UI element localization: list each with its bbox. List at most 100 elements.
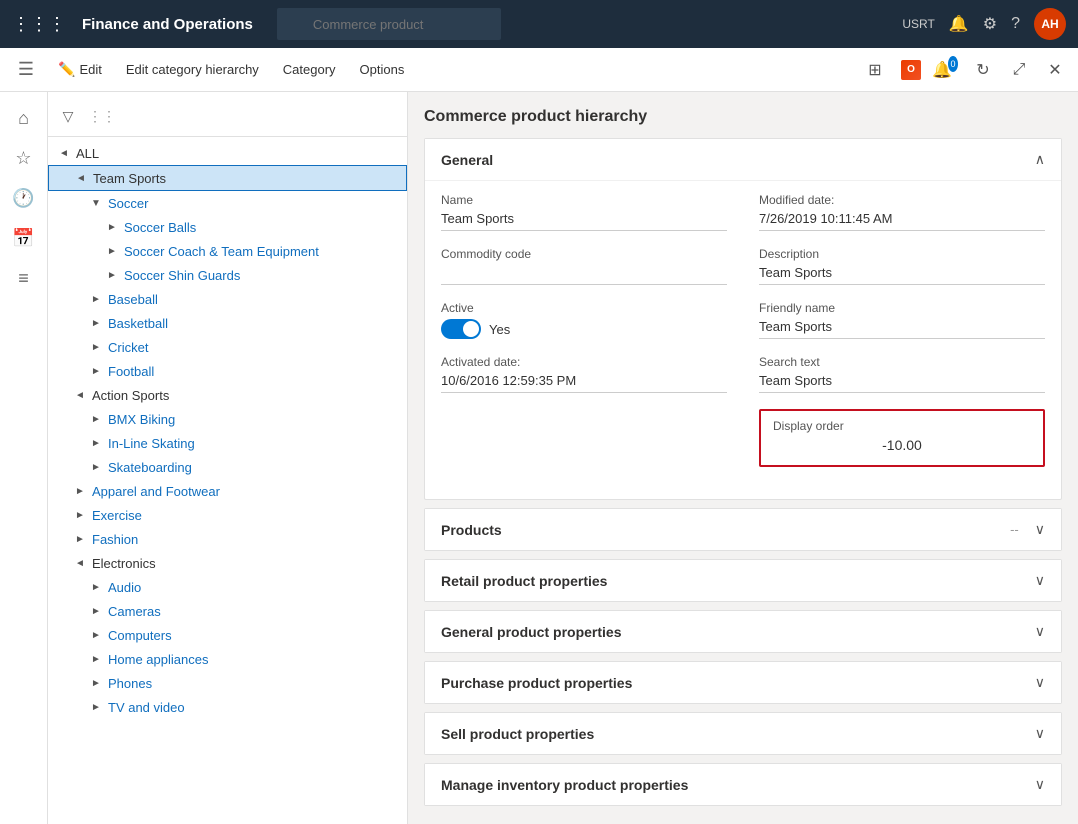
- tree-item-cameras[interactable]: ► Cameras: [48, 599, 407, 623]
- tree-item-inline-skating[interactable]: ► In-Line Skating: [48, 431, 407, 455]
- tree-item-cricket[interactable]: ► Cricket: [48, 335, 407, 359]
- products-section: Products -- ∨: [424, 508, 1062, 551]
- star-icon[interactable]: ☆: [6, 140, 42, 176]
- category-button[interactable]: Category: [273, 58, 346, 81]
- form-row-5: Display order -10.00: [441, 409, 1045, 467]
- soccer-expand-icon: ▼: [88, 195, 104, 211]
- list-icon[interactable]: ≡: [6, 260, 42, 296]
- soccer-balls-expand-icon: ►: [104, 219, 120, 235]
- avatar[interactable]: AH: [1034, 8, 1066, 40]
- tree-item-all[interactable]: ◄ ALL: [48, 141, 407, 165]
- home-icon[interactable]: ⌂: [6, 100, 42, 136]
- products-chevron-icon: ∨: [1035, 521, 1045, 538]
- retail-section-header[interactable]: Retail product properties ∨: [425, 560, 1061, 601]
- fashion-expand-icon: ►: [72, 531, 88, 547]
- sell-chevron-icon: ∨: [1035, 725, 1045, 742]
- general-section-title: General: [441, 152, 493, 168]
- tree-item-apparel[interactable]: ► Apparel and Footwear: [48, 479, 407, 503]
- tree-item-football-label: Football: [108, 364, 154, 379]
- tree-item-skateboarding[interactable]: ► Skateboarding: [48, 455, 407, 479]
- description-label: Description: [759, 247, 1045, 261]
- tree-item-soccer-coach-label: Soccer Coach & Team Equipment: [124, 244, 319, 259]
- active-toggle[interactable]: [441, 319, 481, 339]
- general-prod-section-header[interactable]: General product properties ∨: [425, 611, 1061, 652]
- phones-expand-icon: ►: [88, 675, 104, 691]
- tree-item-cricket-label: Cricket: [108, 340, 148, 355]
- close-icon[interactable]: ✕: [1040, 55, 1070, 85]
- filter-icon[interactable]: ▽: [56, 104, 80, 128]
- fullscreen-icon[interactable]: ⤢: [1004, 55, 1034, 85]
- tree-item-soccer-shin[interactable]: ► Soccer Shin Guards: [48, 263, 407, 287]
- notifications-badge-btn[interactable]: 🔔0: [932, 55, 962, 85]
- edit-button[interactable]: ✏️ Edit: [48, 57, 112, 82]
- active-toggle-wrapper: Yes: [441, 319, 727, 339]
- tree-item-electronics[interactable]: ◄ Electronics: [48, 551, 407, 575]
- tree-item-basketball[interactable]: ► Basketball: [48, 311, 407, 335]
- office-icon-btn[interactable]: O: [896, 55, 926, 85]
- tree-item-soccer-coach[interactable]: ► Soccer Coach & Team Equipment: [48, 239, 407, 263]
- notification-icon[interactable]: 🔔: [949, 14, 969, 34]
- bmx-expand-icon: ►: [88, 411, 104, 427]
- tree-item-skate-label: Skateboarding: [108, 460, 192, 475]
- options-button[interactable]: Options: [350, 58, 415, 81]
- user-label: USRT: [902, 17, 934, 31]
- purchase-section-title: Purchase product properties: [441, 675, 632, 691]
- products-section-header[interactable]: Products -- ∨: [425, 509, 1061, 550]
- purchase-section-header[interactable]: Purchase product properties ∨: [425, 662, 1061, 703]
- friendly-name-value: Team Sports: [759, 319, 1045, 339]
- display-order-value[interactable]: -10.00: [773, 437, 1031, 457]
- manage-inventory-section: Manage inventory product properties ∨: [424, 763, 1062, 806]
- tree-item-cameras-label: Cameras: [108, 604, 161, 619]
- global-search-input[interactable]: [277, 8, 501, 40]
- clock-icon[interactable]: 🕐: [6, 180, 42, 216]
- tree-item-action-sports-label: Action Sports: [92, 388, 169, 403]
- calendar-icon[interactable]: 📅: [6, 220, 42, 256]
- tree-item-soccer[interactable]: ▼ Soccer: [48, 191, 407, 215]
- general-section: General ∧ Name Team Sports Modified date…: [424, 138, 1062, 500]
- tree-item-bmx[interactable]: ► BMX Biking: [48, 407, 407, 431]
- cricket-expand-icon: ►: [88, 339, 104, 355]
- tree-item-football[interactable]: ► Football: [48, 359, 407, 383]
- tree-item-fashion[interactable]: ► Fashion: [48, 527, 407, 551]
- tree-item-audio[interactable]: ► Audio: [48, 575, 407, 599]
- settings-icon[interactable]: ⚙: [983, 14, 997, 34]
- tree-item-team-sports[interactable]: ◄ Team Sports: [48, 165, 407, 191]
- tree-item-action-sports[interactable]: ◄ Action Sports: [48, 383, 407, 407]
- tree-item-home-appliances[interactable]: ► Home appliances: [48, 647, 407, 671]
- tree-item-bmx-label: BMX Biking: [108, 412, 175, 427]
- tree-item-exercise[interactable]: ► Exercise: [48, 503, 407, 527]
- tree-item-team-sports-label: Team Sports: [93, 171, 166, 186]
- collapse-sidebar-icon[interactable]: ☰: [8, 52, 44, 88]
- tree-item-soccer-balls[interactable]: ► Soccer Balls: [48, 215, 407, 239]
- search-text-field: Search text Team Sports: [759, 355, 1045, 393]
- general-section-header[interactable]: General ∧: [425, 139, 1061, 180]
- retail-section-title: Retail product properties: [441, 573, 607, 589]
- refresh-icon[interactable]: ↻: [968, 55, 998, 85]
- manage-inventory-section-title: Manage inventory product properties: [441, 777, 688, 793]
- form-row-3: Active Yes Friendly name Team Sports: [441, 301, 1045, 339]
- tree-item-exercise-label: Exercise: [92, 508, 142, 523]
- tree-item-soccer-balls-label: Soccer Balls: [124, 220, 196, 235]
- top-nav-right: USRT 🔔 ⚙ ? AH: [902, 8, 1066, 40]
- activated-date-field: Activated date: 10/6/2016 12:59:35 PM: [441, 355, 727, 393]
- tree-item-basketball-label: Basketball: [108, 316, 168, 331]
- computers-expand-icon: ►: [88, 627, 104, 643]
- tree-item-all-label: ALL: [76, 146, 99, 161]
- products-section-title: Products: [441, 522, 502, 538]
- tree-item-baseball[interactable]: ► Baseball: [48, 287, 407, 311]
- name-value: Team Sports: [441, 211, 727, 231]
- active-field: Active Yes: [441, 301, 727, 339]
- tree-item-computers[interactable]: ► Computers: [48, 623, 407, 647]
- tree-item-tv-video[interactable]: ► TV and video: [48, 695, 407, 719]
- tree-item-phones-label: Phones: [108, 676, 152, 691]
- tree-item-phones[interactable]: ► Phones: [48, 671, 407, 695]
- sell-product-properties-section: Sell product properties ∨: [424, 712, 1062, 755]
- manage-inventory-section-header[interactable]: Manage inventory product properties ∨: [425, 764, 1061, 805]
- sell-section-header[interactable]: Sell product properties ∨: [425, 713, 1061, 754]
- apps-icon[interactable]: ⊞: [860, 55, 890, 85]
- edit-hierarchy-button[interactable]: Edit category hierarchy: [116, 58, 269, 81]
- grid-menu-icon[interactable]: ⋮⋮⋮: [12, 14, 66, 35]
- edit-label: Edit: [79, 62, 101, 77]
- form-row-1: Name Team Sports Modified date: 7/26/201…: [441, 193, 1045, 231]
- help-icon[interactable]: ?: [1011, 15, 1020, 33]
